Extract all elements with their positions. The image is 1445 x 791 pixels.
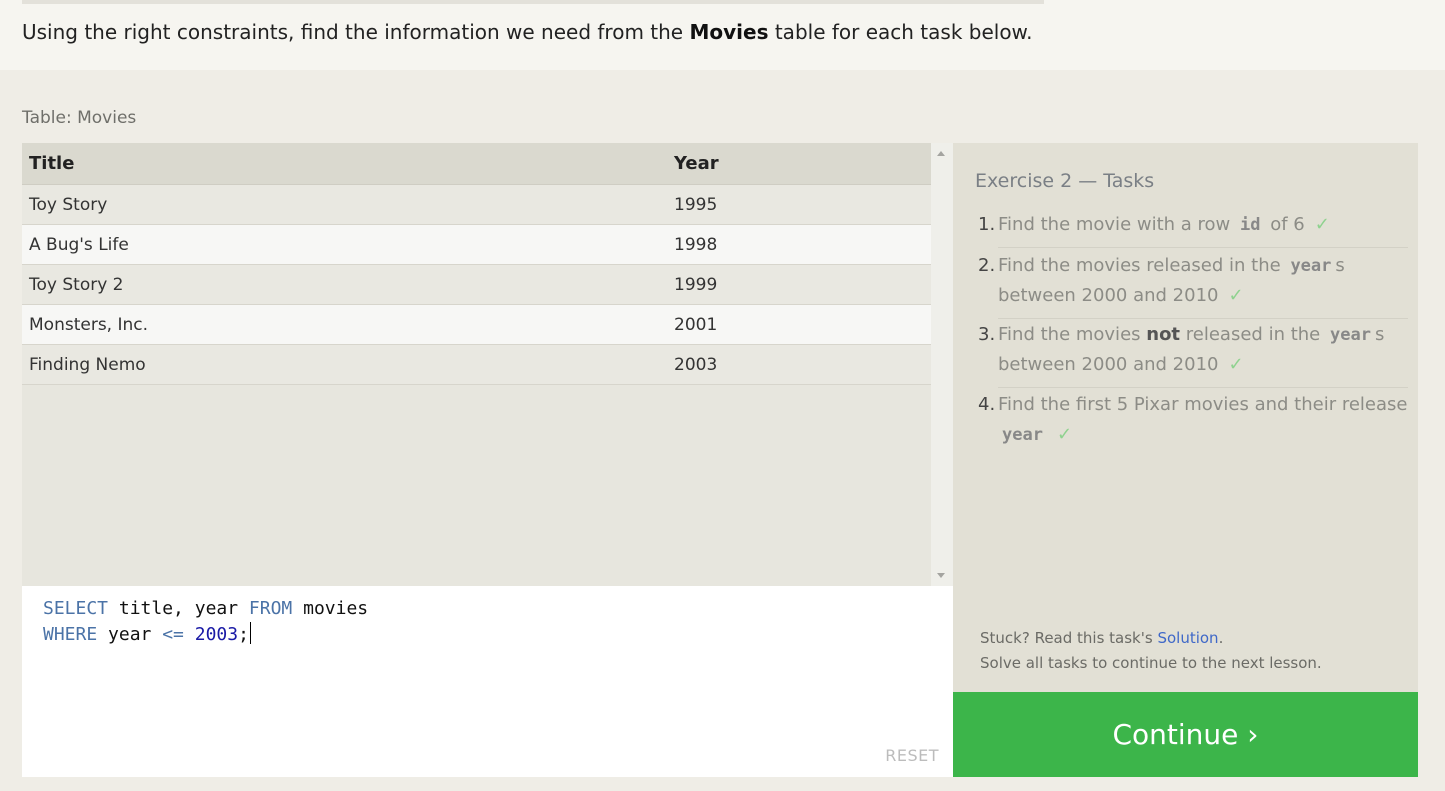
cell-title: Toy Story bbox=[29, 195, 108, 215]
intro-banner: Using the right constraints, find the in… bbox=[0, 0, 1445, 70]
task-text-part: released in the bbox=[1185, 324, 1321, 345]
check-icon: ✓ bbox=[1228, 354, 1244, 375]
task-number: 2. bbox=[978, 255, 996, 276]
table-caption: Table: Movies bbox=[22, 108, 137, 128]
intro-divider bbox=[22, 0, 1044, 4]
column-header-year: Year bbox=[674, 153, 719, 174]
code-number: 2003 bbox=[194, 624, 239, 645]
cell-title: Toy Story 2 bbox=[29, 275, 124, 295]
code-keyword: WHERE bbox=[43, 624, 98, 645]
task-text: Find the first 5 Pixar movies and their … bbox=[998, 390, 1408, 457]
cell-year: 2003 bbox=[674, 355, 718, 375]
cell-title: A Bug's Life bbox=[29, 235, 129, 255]
task-code: year bbox=[1329, 325, 1371, 345]
cell-year: 1999 bbox=[674, 275, 718, 295]
task-number: 3. bbox=[978, 324, 996, 345]
help-text: Stuck? Read this task's Solution. Solve … bbox=[980, 626, 1322, 676]
stuck-suffix: . bbox=[1218, 629, 1224, 647]
stuck-prefix: Stuck? Read this task's bbox=[980, 629, 1158, 647]
check-icon: ✓ bbox=[1056, 424, 1073, 445]
task-text-part: of 6 bbox=[1270, 214, 1305, 235]
code-terminator: ; bbox=[238, 624, 249, 645]
intro-instructions: Using the right constraints, find the in… bbox=[22, 20, 1032, 44]
cell-title: Finding Nemo bbox=[29, 355, 146, 375]
code-text: title, year bbox=[108, 598, 249, 619]
table-header-row: Title Year bbox=[22, 143, 931, 185]
task-text-part: Find the first 5 Pixar movies and their … bbox=[998, 394, 1408, 415]
table-row: Toy Story 2 1999 bbox=[22, 265, 931, 305]
task-code: year bbox=[1290, 256, 1332, 276]
table-scrollbar[interactable] bbox=[931, 143, 953, 586]
table-row: Monsters, Inc. 2001 bbox=[22, 305, 931, 345]
check-icon: ✓ bbox=[1228, 285, 1244, 306]
tasks-title: Exercise 2 — Tasks bbox=[975, 170, 1155, 192]
cell-year: 2001 bbox=[674, 315, 718, 335]
task-text: Find the movie with a row id of 6 ✓ bbox=[998, 210, 1408, 248]
task-text-part: Find the movie with a row bbox=[998, 214, 1231, 235]
code-keyword: SELECT bbox=[43, 598, 109, 619]
scroll-down-arrow-icon[interactable] bbox=[937, 573, 945, 578]
intro-prefix: Using the right constraints, find the in… bbox=[22, 20, 690, 44]
task-number: 4. bbox=[978, 394, 996, 415]
intro-table-name: Movies bbox=[689, 20, 769, 44]
code-text: year bbox=[97, 624, 163, 645]
reset-button[interactable]: RESET bbox=[885, 746, 939, 765]
code-text: movies bbox=[292, 598, 369, 619]
tasks-panel: Exercise 2 — Tasks 1. Find the movie wit… bbox=[953, 143, 1418, 692]
task-text-part: Find the movies released in the bbox=[998, 255, 1281, 276]
code-keyword: FROM bbox=[248, 598, 293, 619]
code-line-1: SELECT title, year FROM movies bbox=[43, 598, 368, 619]
task-text: Find the movies released in the year s be… bbox=[998, 251, 1408, 319]
table-row: Toy Story 1995 bbox=[22, 185, 931, 225]
task-code: id bbox=[1240, 215, 1261, 235]
solution-link[interactable]: Solution bbox=[1157, 629, 1218, 647]
cell-year: 1998 bbox=[674, 235, 718, 255]
code-line-2: WHERE year <= 2003; bbox=[43, 622, 251, 645]
solve-all-text: Solve all tasks to continue to the next … bbox=[980, 654, 1322, 672]
text-cursor bbox=[249, 622, 251, 644]
stuck-line: Stuck? Read this task's Solution. bbox=[980, 626, 1322, 651]
task-text-part: Find the movies bbox=[998, 324, 1141, 345]
cell-title: Monsters, Inc. bbox=[29, 315, 149, 335]
table-row: Finding Nemo 2003 bbox=[22, 345, 931, 385]
results-table: Title Year Toy Story 1995 A Bug's Life 1… bbox=[22, 143, 953, 586]
task-number: 1. bbox=[978, 214, 996, 235]
check-icon: ✓ bbox=[1314, 214, 1330, 235]
cell-year: 1995 bbox=[674, 195, 718, 215]
column-header-title: Title bbox=[29, 153, 75, 174]
sql-editor[interactable]: SELECT title, year FROM movies WHERE yea… bbox=[22, 586, 953, 777]
scroll-up-arrow-icon[interactable] bbox=[937, 151, 945, 156]
task-text: Find the movies not released in the year… bbox=[998, 320, 1408, 388]
table-body: Title Year Toy Story 1995 A Bug's Life 1… bbox=[22, 143, 931, 586]
table-row: A Bug's Life 1998 bbox=[22, 225, 931, 265]
code-operator: <= bbox=[162, 624, 184, 645]
task-code: year bbox=[1002, 425, 1043, 445]
intro-suffix: table for each task below. bbox=[768, 20, 1033, 44]
task-emphasis: not bbox=[1146, 324, 1181, 345]
continue-button[interactable]: Continue › bbox=[953, 692, 1418, 777]
